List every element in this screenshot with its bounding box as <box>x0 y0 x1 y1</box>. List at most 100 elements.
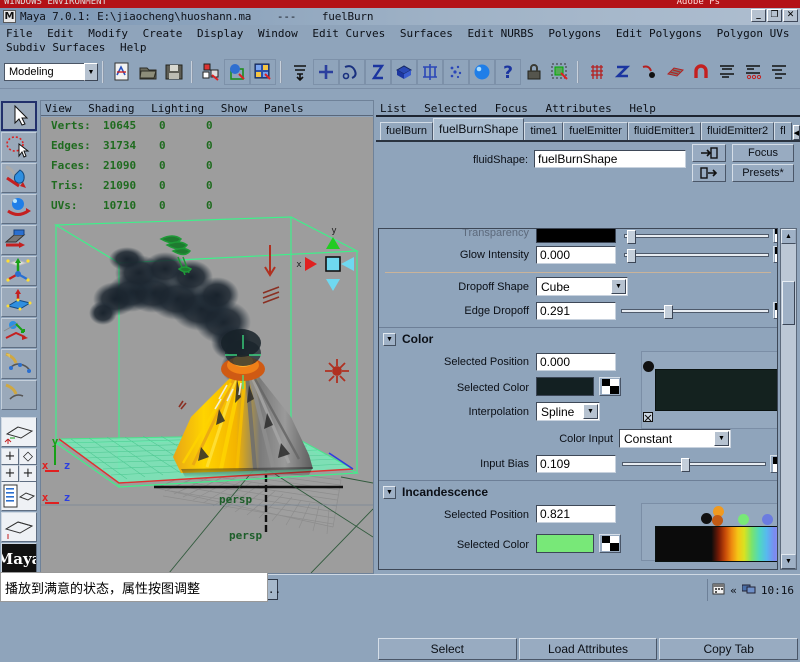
point-icon[interactable] <box>636 59 662 85</box>
ae-menu-help[interactable]: Help <box>629 102 667 115</box>
node-name-field[interactable]: fuelBurnShape <box>534 150 686 168</box>
incandescence-stop-blue[interactable] <box>762 514 773 525</box>
soft-modification-tool[interactable] <box>1 318 37 348</box>
four-view-layout[interactable]: + ◇ + + <box>1 448 37 482</box>
save-scene-icon[interactable] <box>161 59 187 85</box>
incandescence-ramp-widget[interactable] <box>641 503 777 562</box>
snap-to-grid-icon[interactable] <box>313 59 339 85</box>
construction-history-icon[interactable] <box>198 59 224 85</box>
go-to-input-icon[interactable] <box>692 144 726 162</box>
transparency-slider[interactable] <box>624 230 769 244</box>
color-selected-position-field[interactable]: 0.000 <box>536 353 616 371</box>
tab-fuelemitter[interactable]: fuelEmitter <box>563 122 628 140</box>
chevron-down-icon[interactable]: ▼ <box>583 404 598 419</box>
attribute-editor-scrollbar[interactable]: ▲ ▼ <box>780 228 797 570</box>
menu-help[interactable]: Help <box>118 41 153 55</box>
presets-button[interactable]: Presets* <box>732 164 794 182</box>
scale-tool[interactable] <box>1 256 37 286</box>
ae-menu-selected[interactable]: Selected <box>424 102 488 115</box>
chevron-down-icon[interactable]: ▼ <box>84 63 98 81</box>
surface-icon[interactable] <box>662 59 688 85</box>
chevron-down-icon[interactable]: ▼ <box>611 279 626 294</box>
glow-intensity-slider-thumb[interactable] <box>627 249 636 263</box>
outliner-persp-layout[interactable] <box>1 481 37 511</box>
show-hidden-icons-button[interactable]: « <box>730 584 737 597</box>
curve-icon[interactable] <box>610 59 636 85</box>
network-icon[interactable] <box>741 582 756 598</box>
edge-dropoff-map-button[interactable] <box>773 302 777 319</box>
move-tool[interactable] <box>1 194 37 224</box>
help-icon[interactable]: ? <box>495 59 521 85</box>
incandescence-stop-green[interactable] <box>738 514 749 525</box>
ae-menu-list[interactable]: List <box>380 102 418 115</box>
tab-fluidemitter1[interactable]: fluidEmitter1 <box>627 122 702 140</box>
last-tool-used[interactable] <box>1 380 37 410</box>
tab-scroll-left-icon[interactable]: ◀ <box>792 125 800 140</box>
menu-edit-polygons[interactable]: Edit Polygons <box>614 27 708 41</box>
incandescence-ramp-gradient[interactable] <box>655 526 777 562</box>
input-bias-map-button[interactable] <box>770 455 777 473</box>
menu-modify[interactable]: Modify <box>86 27 134 41</box>
ae-menu-focus[interactable]: Focus <box>495 102 539 115</box>
edge-dropoff-slider[interactable] <box>621 305 769 319</box>
ae-menu-attributes[interactable]: Attributes <box>545 102 622 115</box>
snap-align-icon[interactable] <box>766 59 792 85</box>
menu-polygons[interactable]: Polygons <box>546 27 607 41</box>
render-view-icon[interactable] <box>224 59 250 85</box>
menuset-selector[interactable]: Modeling ▼ <box>4 63 98 81</box>
scroll-up-button[interactable]: ▲ <box>781 229 796 244</box>
sphere-icon[interactable] <box>469 59 495 85</box>
rotate-tool[interactable] <box>1 225 37 255</box>
snap-to-view-plane-icon[interactable] <box>391 59 417 85</box>
scrollbar-thumb[interactable] <box>782 281 795 325</box>
menu-subdiv-surfaces[interactable]: Subdiv Surfaces <box>4 41 111 55</box>
select-button[interactable]: Select <box>378 638 517 660</box>
interpolation-combo[interactable]: Spline ▼ <box>536 402 600 421</box>
color-selected-color-swatch[interactable] <box>536 377 594 396</box>
tab-fuelburn[interactable]: fuelBurn <box>380 122 433 140</box>
ipr-render-icon[interactable] <box>287 59 313 85</box>
input-bias-field[interactable]: 0.109 <box>536 455 616 473</box>
tab-fuelburnshape[interactable]: fuelBurnShape <box>432 118 525 140</box>
select-tool[interactable] <box>1 101 37 131</box>
open-scene-icon[interactable] <box>135 59 161 85</box>
color-map-button[interactable] <box>599 377 621 396</box>
incandescence-section-header[interactable]: ▼ Incandescence <box>379 483 777 501</box>
viewport-menu-shading[interactable]: Shading <box>88 102 144 115</box>
minimize-button[interactable]: _ <box>751 9 766 22</box>
lasso-select-tool[interactable] <box>1 132 37 162</box>
edge-dropoff-slider-thumb[interactable] <box>664 305 673 319</box>
highlight-selection-icon[interactable] <box>547 59 573 85</box>
glow-intensity-map-button[interactable] <box>773 246 777 263</box>
color-ramp-delete-handle[interactable] <box>643 412 653 422</box>
menuset-value[interactable]: Modeling <box>4 63 84 81</box>
make-live-icon[interactable] <box>417 59 443 85</box>
maximize-button[interactable]: ❐ <box>767 9 782 22</box>
collapse-arrow-icon[interactable]: ▼ <box>383 485 396 499</box>
clock-label[interactable]: 10:16 <box>761 584 794 597</box>
new-scene-icon[interactable] <box>109 59 135 85</box>
magnet-icon[interactable] <box>688 59 714 85</box>
scroll-down-button[interactable]: ▼ <box>781 554 796 569</box>
menu-edit-nurbs[interactable]: Edit NURBS <box>465 27 539 41</box>
incandescence-stop-darkorange[interactable] <box>712 515 723 526</box>
persp-layout[interactable] <box>1 512 37 542</box>
incandescence-map-button[interactable] <box>599 534 621 553</box>
viewport-menu-lighting[interactable]: Lighting <box>151 102 214 115</box>
glow-intensity-field[interactable]: 0.000 <box>536 246 616 264</box>
distribute-icon[interactable] <box>740 59 766 85</box>
edge-dropoff-field[interactable]: 0.291 <box>536 302 616 320</box>
focus-button[interactable]: Focus <box>732 144 794 162</box>
snap-to-point-icon[interactable] <box>365 59 391 85</box>
transparency-swatch[interactable] <box>536 229 616 243</box>
color-input-combo[interactable]: Constant ▼ <box>619 429 731 448</box>
menu-window[interactable]: Window <box>256 27 304 41</box>
menu-edit-curves[interactable]: Edit Curves <box>310 27 391 41</box>
color-section-header[interactable]: ▼ Color <box>379 330 777 348</box>
dropoff-shape-combo[interactable]: Cube ▼ <box>536 277 628 296</box>
menu-display[interactable]: Display <box>195 27 249 41</box>
color-ramp-gradient[interactable] <box>655 369 777 411</box>
menu-edit[interactable]: Edit <box>45 27 80 41</box>
viewport-menu-view[interactable]: View <box>45 102 82 115</box>
menu-surfaces[interactable]: Surfaces <box>398 27 459 41</box>
